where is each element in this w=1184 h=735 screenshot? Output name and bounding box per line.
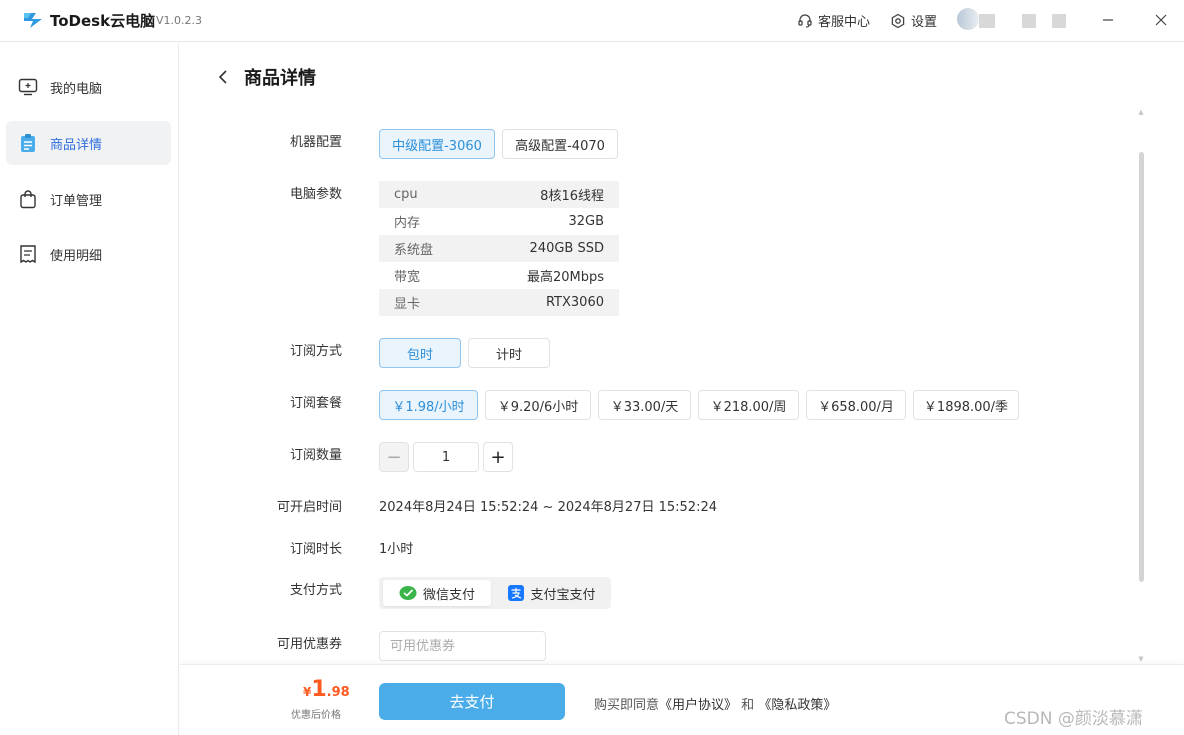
payment-label: 支付方式	[289, 583, 342, 598]
spec-row: 系统盘 240GB SSD	[379, 235, 619, 262]
plan-option-weekly[interactable]: ￥218.00/周	[698, 390, 799, 420]
spec-key: 内存	[394, 216, 421, 231]
duration-label: 订阅时长	[289, 542, 342, 557]
plan-option-daily[interactable]: ￥33.00/天	[598, 390, 691, 420]
sidebar-item-label: 商品详情	[50, 137, 103, 153]
payment-option-alipay[interactable]: 支付宝支付	[497, 580, 607, 606]
spec-value: 最高20Mbps	[526, 270, 604, 285]
agreement-and: 和	[741, 698, 755, 713]
app-name: ToDesk云电脑	[50, 12, 156, 30]
price-currency: ¥	[303, 685, 312, 699]
plan-option-monthly[interactable]: ￥658.00/月	[806, 390, 906, 420]
spec-row: 内存 32GB	[379, 208, 619, 235]
back-button[interactable]	[214, 66, 232, 88]
spec-key: 带宽	[394, 270, 421, 285]
quantity-label: 订阅数量	[289, 448, 342, 463]
todesk-logo-icon	[24, 13, 42, 28]
close-icon	[1155, 14, 1167, 26]
payment-option-label: 微信支付	[422, 587, 475, 603]
sidebar-item-label: 使用明细	[50, 248, 103, 264]
gear-icon	[891, 13, 905, 28]
minimize-button[interactable]	[1096, 8, 1120, 32]
sidebar-item-my-computer[interactable]: 我的电脑	[6, 65, 171, 109]
coupon-label: 可用优惠券	[276, 637, 342, 652]
specs-table: cpu 8核16线程 内存 32GB 系统盘 240GB SSD 带宽 最高20…	[379, 181, 619, 317]
duration-value: 1小时	[379, 542, 414, 557]
payment-option-label: 支付宝支付	[530, 587, 596, 603]
spec-key: 显卡	[394, 297, 421, 312]
start-time-label: 可开启时间	[276, 500, 342, 515]
subscription-mode-label: 订阅方式	[289, 344, 342, 359]
specs-label: 电脑参数	[289, 187, 342, 202]
title-bar: ToDesk云电脑 V1.0.2.3 客服中心 设置	[0, 0, 1184, 42]
mode-option-package[interactable]: 包时	[379, 338, 461, 368]
username-redacted	[1052, 14, 1066, 28]
scrollbar-thumb[interactable]	[1139, 152, 1144, 582]
config-option-high[interactable]: 高级配置-4070	[502, 129, 618, 159]
username-redacted	[979, 14, 995, 28]
quantity-value[interactable]: 1	[413, 442, 479, 472]
spec-key: 系统盘	[394, 243, 434, 258]
config-label: 机器配置	[289, 135, 342, 150]
support-center-label: 客服中心	[818, 15, 871, 30]
sidebar-item-label: 订单管理	[50, 193, 103, 209]
sidebar-item-usage-details[interactable]: 使用明细	[6, 232, 171, 276]
scroll-down-arrow-icon[interactable]: ▼	[1137, 655, 1145, 663]
spec-value: 8核16线程	[540, 189, 604, 204]
receipt-icon	[20, 245, 36, 264]
price-decimal: .98	[326, 685, 350, 700]
user-agreement-link[interactable]: 《用户协议》	[659, 698, 737, 713]
plan-option-6hours[interactable]: ￥9.20/6小时	[485, 390, 591, 420]
close-button[interactable]	[1149, 8, 1173, 32]
clipboard-icon	[21, 134, 35, 152]
total-price: ¥ 1 .98	[303, 677, 350, 702]
payment-method-group: 微信支付 支付宝支付	[379, 577, 611, 609]
start-time-value: 2024年8月24日 15:52:24 ~ 2024年8月27日 15:52:2…	[379, 500, 717, 515]
settings-label: 设置	[911, 15, 938, 30]
sidebar: 我的电脑 商品详情 订单管理 使用明细	[0, 43, 179, 735]
sidebar-item-order-management[interactable]: 订单管理	[6, 177, 171, 221]
settings-button[interactable]: 设置	[890, 11, 937, 30]
watermark: CSDN @颜淡慕潇	[1004, 709, 1143, 729]
pay-button[interactable]: 去支付	[379, 683, 565, 720]
monitor-icon	[18, 78, 38, 96]
privacy-policy-link[interactable]: 《隐私政策》	[758, 698, 836, 713]
support-center-button[interactable]: 客服中心	[797, 11, 870, 30]
agreement-prefix: 购买即同意	[594, 698, 660, 713]
quantity-decrement-button[interactable]: −	[379, 442, 409, 472]
username-redacted	[1022, 14, 1036, 28]
coupon-input[interactable]	[379, 631, 546, 661]
alipay-icon	[508, 585, 525, 601]
plan-label: 订阅套餐	[289, 396, 342, 411]
wechat-pay-icon	[399, 586, 417, 600]
user-avatar[interactable]	[957, 8, 979, 30]
page-title: 商品详情	[244, 68, 316, 89]
sidebar-item-product-details[interactable]: 商品详情	[6, 121, 171, 165]
scroll-up-arrow-icon[interactable]: ▲	[1137, 108, 1145, 116]
plan-option-hourly[interactable]: ￥1.98/小时	[379, 390, 478, 420]
minimize-icon	[1103, 19, 1113, 21]
config-option-mid[interactable]: 中级配置-3060	[379, 129, 495, 159]
spec-row: 带宽 最高20Mbps	[379, 262, 619, 289]
spec-value: RTX3060	[545, 295, 604, 310]
quantity-increment-button[interactable]: +	[483, 442, 513, 472]
spec-value: 240GB SSD	[529, 241, 604, 256]
spec-row: 显卡 RTX3060	[379, 289, 619, 316]
spec-value: 32GB	[568, 214, 604, 229]
spec-key: cpu	[394, 187, 418, 202]
price-caption: 优惠后价格	[291, 710, 341, 721]
headset-icon	[798, 13, 812, 28]
shopping-bag-icon	[20, 190, 36, 209]
agreement-text: 购买即同意《用户协议》 和 《隐私政策》	[594, 694, 836, 713]
spec-row: cpu 8核16线程	[379, 181, 619, 208]
app-version: V1.0.2.3	[156, 14, 203, 27]
mode-option-metered[interactable]: 计时	[468, 338, 550, 368]
chevron-left-icon	[218, 70, 227, 84]
price-integer: 1	[311, 677, 327, 702]
payment-option-wechat[interactable]: 微信支付	[383, 580, 491, 606]
sidebar-item-label: 我的电脑	[50, 81, 103, 97]
plan-option-quarterly[interactable]: ￥1898.00/季	[913, 390, 1019, 420]
